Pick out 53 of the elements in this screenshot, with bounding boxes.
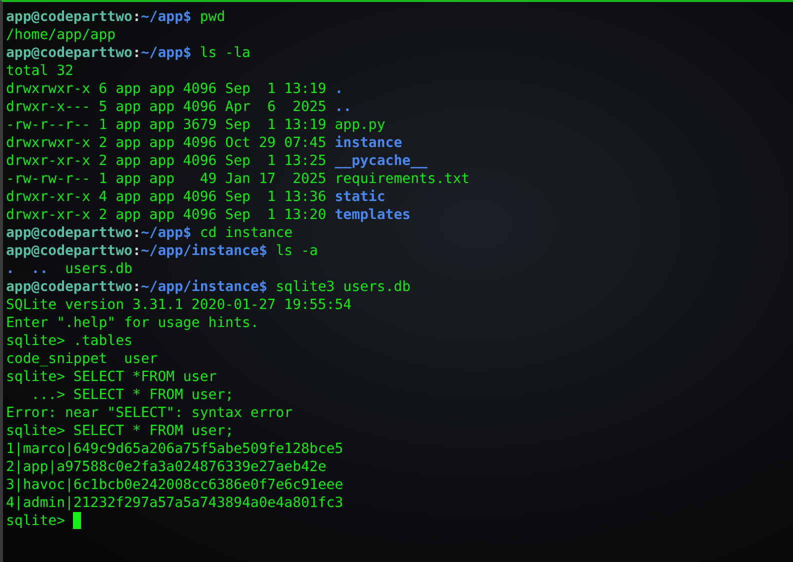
output-line: sqlite> .tables — [6, 332, 132, 350]
output-line: 3|havoc|6c1bcb0e242008cc6386e0f7e6c91eee — [6, 476, 344, 494]
prompt-user-host: app@codeparttwo — [6, 44, 132, 62]
directory-name: static — [334, 188, 386, 206]
file-name: users.db — [64, 260, 132, 278]
output-line: drwxrwxr-x 6 app app 4096 Sep 1 13:19 — [6, 80, 326, 98]
directory-name: .. — [334, 98, 352, 116]
command-text: pwd — [200, 8, 226, 26]
prompt-path: ~/app$ — [140, 8, 192, 26]
prompt-separator: : — [132, 44, 141, 62]
prompt-separator: : — [132, 224, 141, 242]
output-line: drwxr-xr-x 2 app app 4096 Sep 1 13:20 — [6, 206, 326, 224]
terminal-cursor — [73, 512, 82, 529]
directory-name: .. — [31, 260, 48, 278]
output-line: SQLite version 3.31.1 2020-01-27 19:55:54 — [6, 296, 352, 314]
prompt-path: ~/app$ — [140, 224, 192, 242]
output-line: drwxr-xr-x 2 app app 4096 Sep 1 13:25 — [6, 152, 326, 170]
output-line: -rw-r--r-- 1 app app 3679 Sep 1 13:19 app.py — [6, 116, 386, 134]
output-line: /home/app/app — [6, 26, 116, 44]
output-line: drwxr-x--- 5 app app 4096 Apr 6 2025 — [6, 98, 326, 116]
output-line: drwxr-xr-x 4 app app 4096 Sep 1 13:36 — [6, 188, 326, 206]
output-line: sqlite> — [6, 512, 66, 530]
prompt-user-host: app@codeparttwo — [6, 278, 132, 296]
output-line: sqlite> SELECT * FROM user; — [6, 422, 234, 440]
prompt-separator: : — [132, 242, 141, 260]
command-text: ls -la — [200, 44, 250, 62]
directory-name: __pycache__ — [334, 152, 428, 170]
prompt-path: ~/app$ — [140, 44, 192, 62]
output-line: ...> SELECT * FROM user; — [30, 386, 234, 404]
prompt-user-host: app@codeparttwo — [6, 8, 132, 26]
output-line: sqlite> SELECT *FROM user — [6, 368, 217, 386]
command-text: sqlite3 users.db — [276, 278, 411, 296]
output-line: 1|marco|649c9d65a206a75f5abe509fe128bce5 — [6, 440, 344, 458]
output-line: code_snippet user — [6, 350, 158, 368]
prompt-path: ~/app/instance$ — [140, 278, 268, 296]
output-line: 2|app|a97588c0e2fa3a024876339e27aeb42e — [6, 458, 326, 476]
output-line: drwxrwxr-x 2 app app 4096 Oct 29 07:45 — [6, 134, 326, 152]
command-text: cd instance — [200, 224, 293, 242]
output-line: Enter ".help" for usage hints. — [6, 314, 259, 332]
prompt-separator: : — [132, 278, 141, 296]
prompt-path: ~/app/instance$ — [140, 242, 268, 260]
directory-name: instance — [334, 134, 402, 152]
output-line: Error: near "SELECT": syntax error — [6, 404, 293, 422]
directory-name: . — [334, 80, 344, 98]
directory-name: templates — [334, 206, 411, 224]
prompt-separator: : — [132, 8, 141, 26]
directory-name: . — [6, 260, 14, 278]
output-line: 4|admin|21232f297a57a5a743894a0e4a801fc3 — [6, 494, 344, 512]
output-line: total 32 — [6, 62, 74, 80]
prompt-user-host: app@codeparttwo — [6, 224, 132, 242]
output-line: -rw-rw-r-- 1 app app 49 Jan 17 2025 requirements.txt — [6, 170, 470, 188]
command-text: ls -a — [276, 242, 318, 260]
prompt-user-host: app@codeparttwo — [6, 242, 132, 260]
